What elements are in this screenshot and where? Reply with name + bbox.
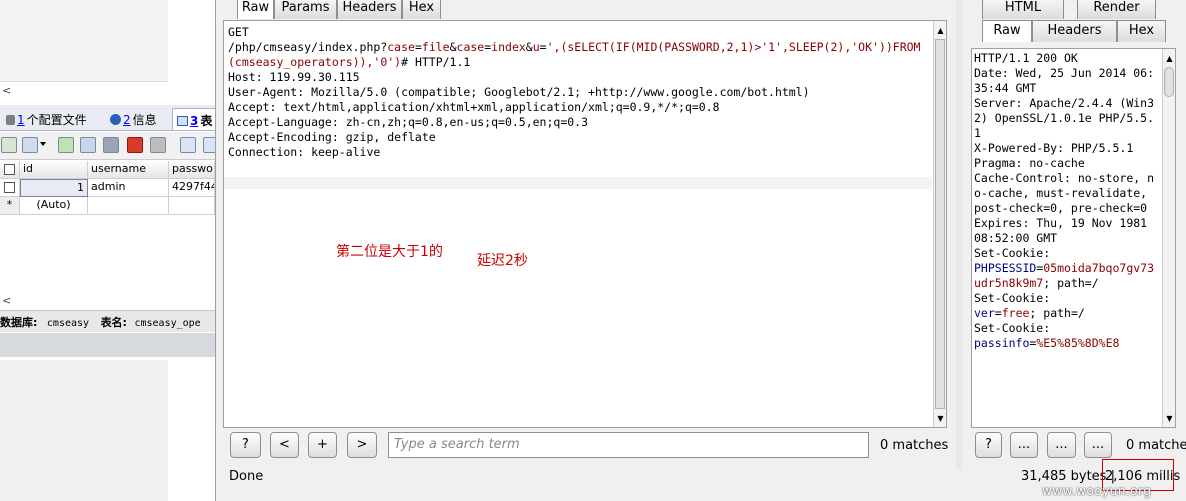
column-header-id[interactable]: id [20, 161, 88, 179]
row-checkbox[interactable] [4, 182, 15, 193]
table-row-username[interactable]: admin [88, 179, 169, 197]
table-row-id[interactable]: (Auto) [20, 197, 88, 215]
response-bytes: 31,485 bytes | [1021, 469, 1115, 484]
split-divider[interactable] [956, 0, 962, 470]
watermark: www.wooyun.org [1042, 484, 1152, 498]
annotation-delay: 延迟2秒 [477, 253, 528, 269]
chevron-down-icon[interactable] [40, 142, 46, 146]
save-icon[interactable] [103, 137, 119, 153]
db-info-bar: 数据库: cmseasy 表名: cmseasy_ope [0, 310, 215, 332]
help-button[interactable]: ? [975, 432, 1002, 458]
table-row-password[interactable]: 4297f44 [169, 179, 215, 197]
search-matches: 0 matches [880, 438, 949, 453]
form-view-icon[interactable] [203, 137, 215, 153]
status-text: Done [229, 469, 264, 484]
column-header-username[interactable]: username [88, 161, 169, 179]
column-header-password[interactable]: passwo [169, 161, 215, 179]
blank-line-highlight [224, 177, 932, 189]
tab-table[interactable]: 3表 [172, 108, 215, 130]
annotation-second-char: 第二位是大于1的 [336, 244, 443, 260]
db-tabs: 1 个配置文件 2 信息 3表 [0, 105, 215, 131]
tab-render[interactable]: Render [1077, 0, 1156, 19]
select-all-checkbox[interactable] [4, 164, 15, 175]
tab-hex[interactable]: Hex [402, 0, 441, 19]
table-row-username[interactable] [88, 197, 169, 215]
background-db-window: < 1 个配置文件 2 信息 3表 id username passwo 1 adm… [0, 0, 215, 501]
tab-headers[interactable]: Headers [337, 0, 402, 19]
request-scrollbar[interactable]: ▲ ▼ [933, 21, 946, 427]
tab-raw[interactable]: Raw [237, 0, 274, 19]
scroll-thumb[interactable] [935, 39, 945, 409]
tab-hex-response[interactable]: Hex [1117, 20, 1166, 42]
help-button[interactable]: ? [230, 432, 261, 458]
search-input[interactable]: Type a search term [388, 432, 869, 458]
grid-icon[interactable] [1, 137, 17, 153]
burp-repeater-window: Raw Params Headers Hex GET /php/cmseasy/… [215, 0, 1186, 501]
clear-icon[interactable] [150, 137, 166, 153]
add-row-icon[interactable] [58, 137, 74, 153]
add-button[interactable]: + [308, 432, 337, 458]
wrench-icon [6, 115, 15, 125]
copy-icon[interactable] [80, 137, 96, 153]
response-text[interactable]: HTTP/1.1 200 OK Date: Wed, 25 Jun 2014 0… [974, 51, 1160, 351]
grid-view-icon[interactable] [180, 137, 196, 153]
delete-icon[interactable] [127, 137, 143, 153]
status-strip [0, 333, 215, 357]
table-icon [177, 116, 188, 126]
add-button[interactable]: ... [1047, 432, 1076, 458]
tab-config-files[interactable]: 1 个配置文件 [2, 108, 91, 130]
next-button[interactable]: ... [1084, 432, 1112, 458]
next-button[interactable]: > [347, 432, 377, 458]
scroll-up-arrow[interactable]: ▲ [935, 25, 946, 36]
scroll-left-arrow[interactable]: < [2, 84, 11, 97]
request-text[interactable]: GET /php/cmseasy/index.php?case=file&cas… [228, 25, 933, 160]
import-icon[interactable] [22, 137, 38, 153]
scroll-thumb[interactable] [1164, 67, 1174, 97]
scroll-down-arrow[interactable]: ▼ [1164, 413, 1175, 424]
scroll-down-arrow[interactable]: ▼ [935, 413, 946, 424]
response-viewer[interactable]: HTTP/1.1 200 OK Date: Wed, 25 Jun 2014 0… [971, 48, 1176, 428]
tab-params[interactable]: Params [274, 0, 337, 19]
new-row-marker: * [0, 197, 20, 215]
previous-button[interactable]: ... [1010, 432, 1038, 458]
info-icon [110, 114, 121, 125]
tab-headers-response[interactable]: Headers [1032, 20, 1117, 42]
search-matches: 0 matches [1126, 438, 1186, 453]
table-row-id[interactable]: 1 [20, 179, 88, 197]
status-bar: Done 31,485 bytes | 2,106 millis [216, 468, 1186, 488]
request-editor[interactable]: GET /php/cmseasy/index.php?case=file&cas… [223, 20, 947, 428]
scroll-left-arrow[interactable]: < [2, 294, 11, 307]
response-scrollbar[interactable]: ▲ ▼ [1162, 49, 1175, 427]
previous-button[interactable]: < [270, 432, 299, 458]
table-row-password[interactable] [169, 197, 215, 215]
lower-panel [0, 360, 168, 501]
tab-info[interactable]: 2 信息 [106, 108, 161, 130]
data-grid: id username passwo 1 admin 4297f44 * (Au… [0, 161, 215, 357]
grid-toolbar [0, 132, 215, 160]
top-panel [0, 0, 215, 82]
tab-raw-response[interactable]: Raw [982, 20, 1032, 42]
tab-html[interactable]: HTML [982, 0, 1064, 19]
scroll-up-arrow[interactable]: ▲ [1164, 53, 1175, 64]
